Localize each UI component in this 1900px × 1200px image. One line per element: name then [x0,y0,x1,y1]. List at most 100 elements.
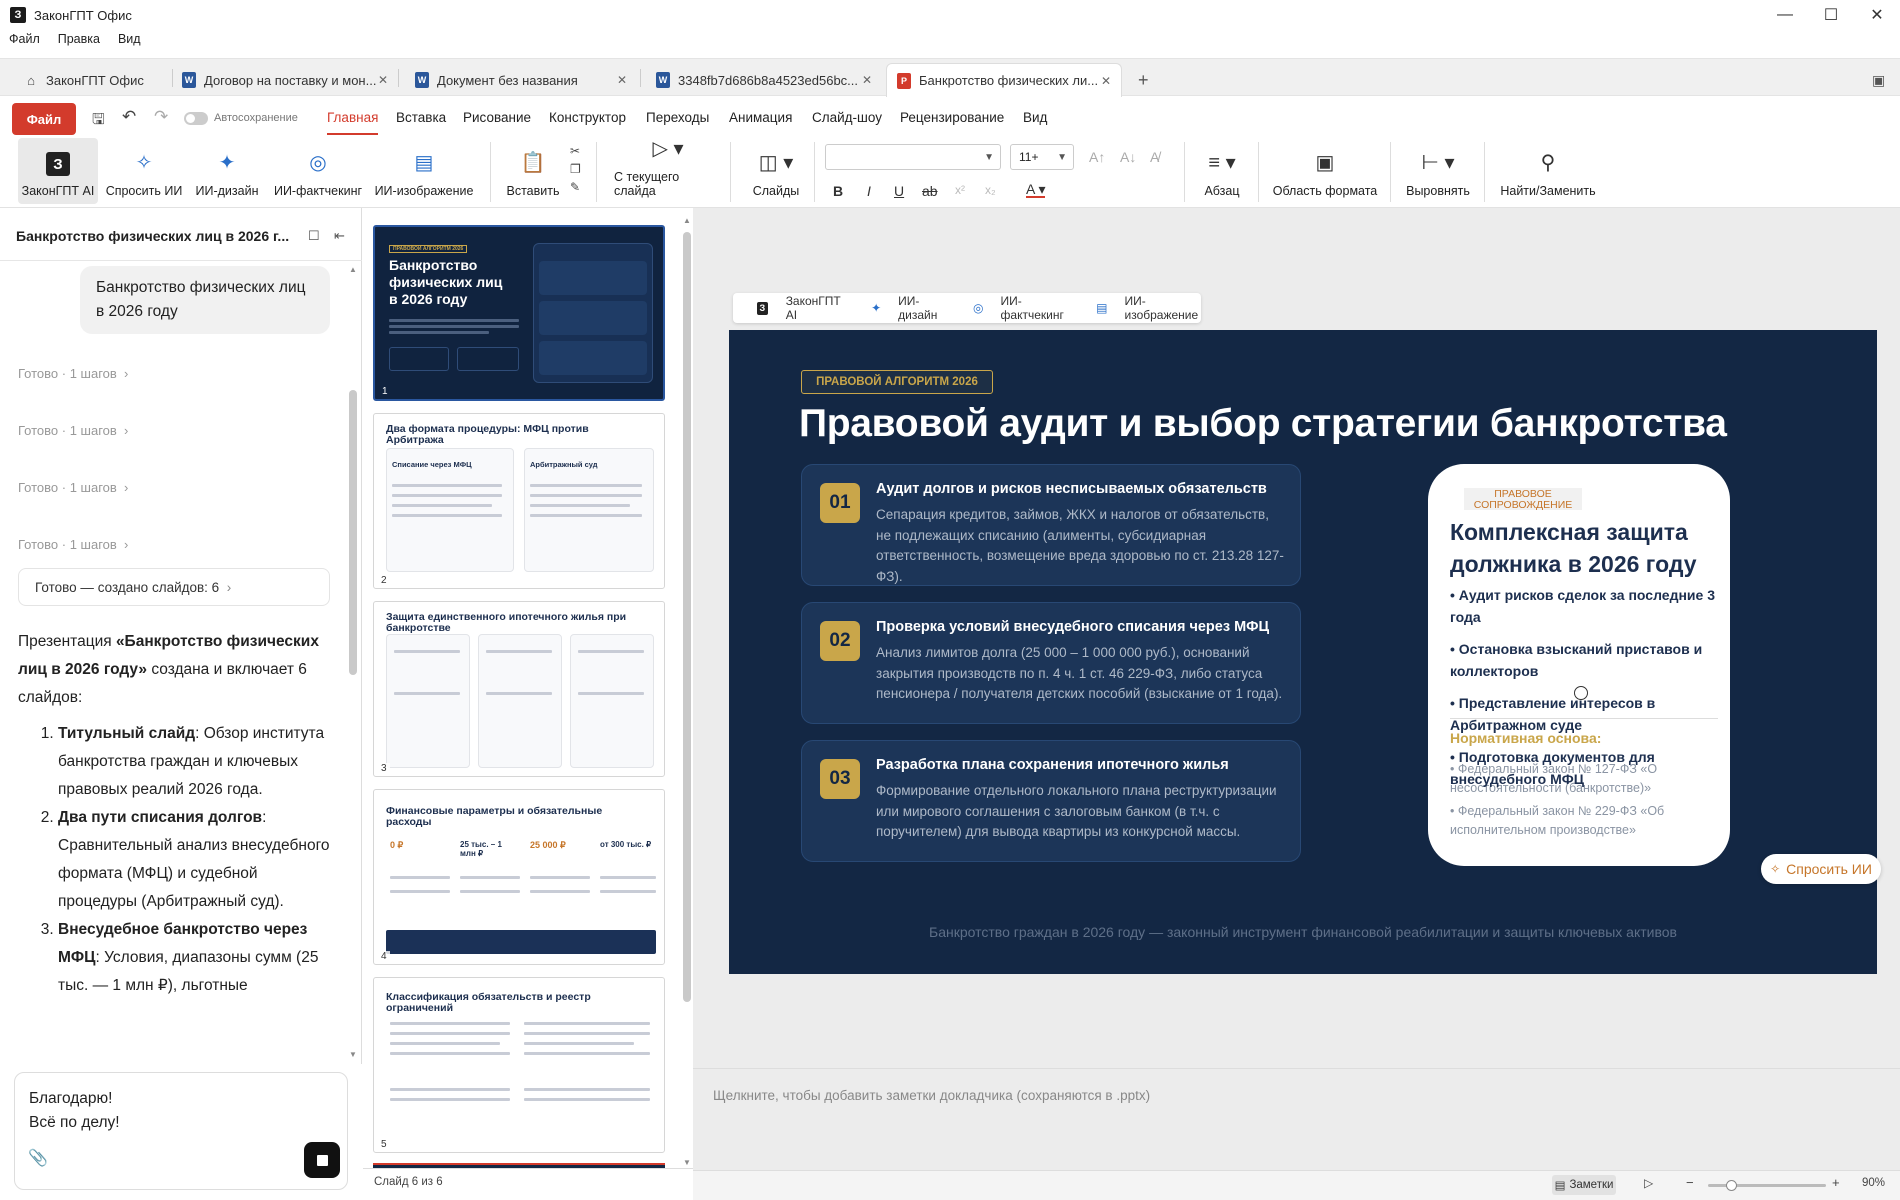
ask-ai-float-button[interactable]: ✧ Спросить ИИ [1761,854,1881,884]
scroll-up-icon[interactable]: ▲ [349,265,357,274]
slide-footer[interactable]: Банкротство граждан в 2026 году — законн… [729,924,1877,940]
save-icon[interactable]: 🖫 [92,109,105,134]
superscript-icon[interactable]: x² [955,183,965,197]
close-tab-icon[interactable]: ✕ [617,73,627,87]
close-tab-icon[interactable]: ✕ [378,73,388,87]
underline-icon[interactable]: U [894,183,904,199]
clear-format-icon[interactable]: A̸ [1150,149,1159,165]
font-family-select[interactable]: ▼ [825,144,1001,170]
format-area-button[interactable]: ▣ Область формата [1272,138,1378,204]
menu-edit[interactable]: Правка [58,32,100,54]
float-ai-factcheck-button[interactable]: ◎ ИИ-фактчекинг [961,294,1068,322]
from-current-slide-button[interactable]: ▷ ▾ С текущего слайда [614,138,722,204]
ribbon-tab-review[interactable]: Рецензирование [900,110,1004,125]
defense-info-card[interactable]: ПРАВОВОЕ СОПРОВОЖДЕНИЕ Комплексная защит… [1428,464,1730,866]
font-color-icon[interactable]: A ▾ [1026,182,1046,198]
ribbon-tab-slideshow[interactable]: Слайд-шоу [812,110,882,125]
attach-icon[interactable]: 📎 [28,1148,48,1168]
new-tab-button[interactable]: + [1128,63,1152,97]
tab-bankruptcy-presentation[interactable]: P Банкротство физических ли... ✕ [886,63,1122,97]
close-tab-icon[interactable]: ✕ [1101,74,1111,88]
tab-contract[interactable]: W Договор на поставку и мон... ✕ [172,63,398,97]
slide-thumbnail-2[interactable]: Два формата процедуры: МФЦ против Арбитр… [373,413,665,589]
cut-icon[interactable]: ✂ [570,144,580,158]
slide-thumbnail-1[interactable]: ПРАВОВОЙ АЛГОРИТМ 2026 Банкротство физич… [373,225,665,401]
autosave-toggle[interactable] [184,112,208,125]
zoom-out-button[interactable]: − [1686,1175,1694,1190]
subscript-icon[interactable]: x₂ [985,183,996,197]
step-card-3[interactable]: 03 Разработка плана сохранения ипотечног… [801,740,1301,862]
ai-design-button[interactable]: ✦ ИИ-дизайн [190,138,264,204]
slides-created-status[interactable]: Готово — создано слайдов: 6 › [18,568,330,606]
float-ai-image-button[interactable]: ▤ ИИ-изображение [1084,294,1201,322]
menu-view[interactable]: Вид [118,32,141,54]
zoom-slider-handle[interactable] [1725,1180,1737,1191]
ai-factcheck-button[interactable]: ◎ ИИ-фактчекинг [270,138,366,204]
slides-button[interactable]: ◫ ▾ Слайды [748,138,804,204]
file-button[interactable]: Файл [12,103,76,135]
new-chat-icon[interactable]: ☐ [308,228,320,244]
step-status[interactable]: Готово · 1 шагов › [18,423,128,438]
chat-input[interactable]: Благодарю! Всё по делу! [14,1072,348,1190]
tab-home[interactable]: ⌂ ЗаконГПТ Офис [14,63,172,97]
step-status[interactable]: Готово · 1 шагов › [18,537,128,552]
slide-badge[interactable]: ПРАВОВОЙ АЛГОРИТМ 2026 [801,370,993,394]
chat-scrollbar[interactable] [349,390,357,675]
close-window-button[interactable]: ✕ [1854,0,1900,30]
ribbon-tab-home[interactable]: Главная [327,110,379,135]
ribbon-tab-insert[interactable]: Вставка [396,110,446,125]
zoom-in-button[interactable]: + [1832,1175,1840,1190]
copy-icon[interactable]: ❐ [570,162,581,176]
scroll-down-icon[interactable]: ▼ [349,1050,357,1059]
step-card-1[interactable]: 01 Аудит долгов и рисков несписываемых о… [801,464,1301,586]
slide-thumbnail-4[interactable]: Финансовые параметры и обязательные расх… [373,789,665,965]
ribbon-tab-view[interactable]: Вид [1023,110,1047,125]
paste-button[interactable]: 📋 Вставить [504,138,562,204]
float-ai-design-button[interactable]: ✦ ИИ-дизайн [859,294,945,322]
ribbon-tab-draw[interactable]: Рисование [463,110,531,125]
zakon-ai-button[interactable]: З ЗаконГПТ AI [18,138,98,204]
minimize-button[interactable]: — [1762,0,1808,30]
ai-image-button[interactable]: ▤ ИИ-изображение [372,138,476,204]
strikethrough-icon[interactable]: ab [922,183,938,199]
ribbon-tab-designer[interactable]: Конструктор [549,110,626,125]
button-label: Слайды [752,184,800,198]
stop-generation-button[interactable] [304,1142,340,1178]
find-replace-button[interactable]: ⚲ Найти/Заменить [1496,138,1600,204]
notes-toggle-button[interactable]: ▤ Заметки [1552,1175,1616,1195]
step-card-2[interactable]: 02 Проверка условий внесудебного списани… [801,602,1301,724]
slide-canvas[interactable]: ПРАВОВОЙ АЛГОРИТМ 2026 Правовой аудит и … [729,330,1877,974]
format-painter-icon[interactable]: ✎ [570,180,580,194]
slide-thumbnail-5[interactable]: Классификация обязательств и реестр огра… [373,977,665,1153]
redo-icon[interactable]: ↷ [154,107,168,127]
slideshow-view-icon[interactable]: ▷ [1644,1176,1653,1190]
slide-title[interactable]: Правовой аудит и выбор стратегии банкрот… [799,402,1727,446]
ribbon-tab-transitions[interactable]: Переходы [646,110,709,125]
collapse-panel-icon[interactable]: ⇤ [334,228,345,244]
sidebar-toggle-icon[interactable]: ▣ [1862,63,1892,97]
align-button[interactable]: ⊢ ▾ Выровнять [1402,138,1474,204]
bold-icon[interactable]: B [833,183,843,199]
step-status[interactable]: Готово · 1 шагов › [18,480,128,495]
decrease-font-icon[interactable]: A↓ [1120,149,1136,165]
maximize-button[interactable]: ☐ [1808,0,1854,30]
slide-thumbnail-3[interactable]: Защита единственного ипотечного жилья пр… [373,601,665,777]
thumbnails-scrollbar[interactable] [683,232,691,1002]
scroll-down-icon[interactable]: ▼ [683,1158,691,1167]
close-tab-icon[interactable]: ✕ [862,73,872,87]
float-zakon-ai-button[interactable]: З ЗаконГПТ AI [745,294,843,322]
thumb-text-line [530,876,590,879]
font-size-select[interactable]: 11+ ▼ [1010,144,1074,170]
speaker-notes-input[interactable]: Щелкните, чтобы добавить заметки докладч… [713,1088,1150,1103]
ask-ai-button[interactable]: ✧ Спросить ИИ [104,138,184,204]
menu-file[interactable]: Файл [9,32,40,54]
increase-font-icon[interactable]: A↑ [1089,149,1105,165]
tab-untitled-doc[interactable]: W Документ без названия ✕ [405,63,637,97]
undo-icon[interactable]: ↶ [122,107,136,127]
step-status[interactable]: Готово · 1 шагов › [18,366,128,381]
paragraph-button[interactable]: ≡ ▾ Абзац [1196,138,1248,204]
italic-icon[interactable]: I [867,183,871,199]
ribbon-tab-animation[interactable]: Анимация [729,110,792,125]
scroll-up-icon[interactable]: ▲ [683,216,691,225]
tab-hash-doc[interactable]: W 3348fb7d686b8a4523ed56bc... ✕ [646,63,882,97]
